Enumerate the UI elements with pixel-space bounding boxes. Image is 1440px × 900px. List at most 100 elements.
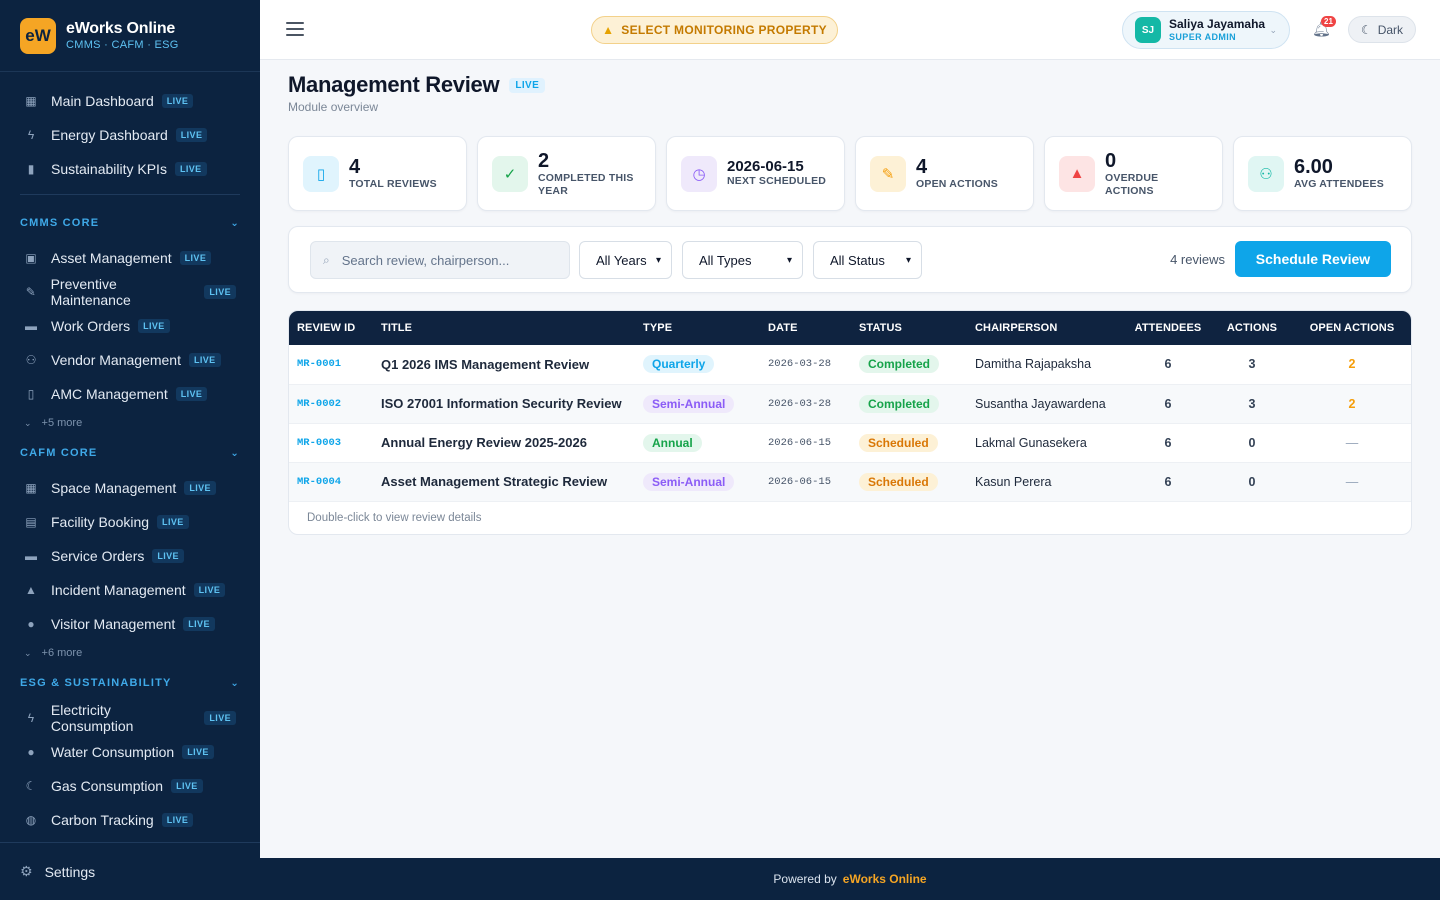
- drop-icon: ●: [27, 745, 35, 759]
- sidebar-item-incident-management[interactable]: ▲ Incident Management LIVE: [0, 573, 260, 607]
- column-header[interactable]: ACTIONS: [1213, 311, 1291, 345]
- actions-count: 0: [1248, 474, 1256, 489]
- main-content: Management Review LIVE Module overview ▯…: [288, 72, 1412, 535]
- sidebar-item-label: Vendor Management: [51, 352, 181, 368]
- sidebar-item-label: Preventive Maintenance: [50, 276, 131, 308]
- sidebar-item-asset-management[interactable]: ▣ Asset Management LIVE: [0, 241, 260, 275]
- filter-bar: ⌕ All Years ▾ All Types ▾ All Status ▾ 4…: [288, 226, 1412, 293]
- stat-value: 0: [1105, 149, 1117, 172]
- review-id[interactable]: MR-0003: [289, 423, 373, 462]
- column-header[interactable]: TITLE: [373, 311, 635, 345]
- select-value: All Years: [596, 252, 647, 268]
- sidebar-item-service-orders[interactable]: ▬ Service Orders LIVE: [0, 539, 260, 573]
- live-badge: LIVE: [161, 813, 194, 827]
- column-header[interactable]: ATTENDEES: [1123, 311, 1213, 345]
- review-id[interactable]: MR-0002: [289, 384, 373, 423]
- column-header[interactable]: TYPE: [635, 311, 760, 345]
- sidebar-item-electricity-consumption[interactable]: ϟ Electricity Consumption LIVE: [0, 701, 260, 735]
- live-badge: LIVE: [171, 779, 203, 793]
- review-id[interactable]: MR-0004: [289, 462, 373, 501]
- sidebar-item-visitor-management[interactable]: ● Visitor Management LIVE: [0, 607, 260, 641]
- sidebar-item-work-orders[interactable]: ▬ Work Orders LIVE: [0, 309, 260, 343]
- sidebar-item-label: Gas Consumption: [51, 778, 164, 794]
- open-actions-count: 2: [1348, 396, 1356, 411]
- section-toggle-esg[interactable]: ESG & SUSTAINABILITY ⌄: [0, 665, 260, 701]
- person-icon: ●: [27, 617, 35, 631]
- live-badge: LIVE: [182, 745, 214, 759]
- sidebar-item-vendor-management[interactable]: ⚇ Vendor Management LIVE: [0, 343, 260, 377]
- asset-icon: ▣: [25, 251, 37, 265]
- select-value: All Status: [830, 252, 885, 268]
- sidebar-item-sustainability-kpis[interactable]: ▮ Sustainability KPIs LIVE: [0, 152, 260, 186]
- schedule-review-button[interactable]: Schedule Review: [1235, 241, 1391, 277]
- footer-brand-link[interactable]: eWorks Online: [843, 872, 927, 886]
- stat-label: NEXT SCHEDULED: [727, 175, 827, 188]
- status-badge: Scheduled: [859, 433, 938, 452]
- status-filter-select[interactable]: All Status ▾: [813, 241, 922, 279]
- year-filter-select[interactable]: All Years ▾: [579, 241, 672, 279]
- search-box[interactable]: ⌕: [310, 241, 570, 279]
- chevron-down-icon: ⌄: [24, 417, 32, 428]
- attendees-count: 6: [1164, 396, 1172, 411]
- sidebar-item-gas-consumption[interactable]: ☾ Gas Consumption LIVE: [0, 769, 260, 803]
- stat-label: TOTAL REVIEWS: [349, 178, 437, 191]
- settings-link[interactable]: ⚙ Settings: [0, 842, 260, 900]
- sidebar-item-carbon-tracking[interactable]: ◍ Carbon Tracking LIVE: [0, 803, 260, 837]
- book-icon: ▮: [27, 162, 35, 176]
- section-toggle-cmms-core[interactable]: CMMS CORE ⌄: [0, 205, 260, 241]
- theme-label: Dark: [1377, 22, 1404, 37]
- chevron-down-icon: ⌄: [1269, 24, 1277, 35]
- stats-row: ▯ 4 TOTAL REVIEWS ✓ 2 COMPLETED THIS YEA…: [288, 136, 1412, 211]
- type-badge: Annual: [643, 433, 702, 452]
- sidebar-item-energy-dashboard[interactable]: ϟ Energy Dashboard LIVE: [0, 118, 260, 152]
- column-header[interactable]: CHAIRPERSON: [967, 311, 1123, 345]
- actions-count: 0: [1248, 435, 1256, 450]
- sidebar-item-label: Facility Booking: [51, 514, 150, 530]
- sidebar-item-space-management[interactable]: ▦ Space Management LIVE: [0, 471, 260, 505]
- select-monitoring-property-button[interactable]: ▲ SELECT MONITORING PROPERTY: [591, 16, 838, 44]
- sidebar-item-water-consumption[interactable]: ● Water Consumption LIVE: [0, 735, 260, 769]
- show-more-cafm[interactable]: ⌄ +6 more: [0, 641, 260, 665]
- type-filter-select[interactable]: All Types ▾: [682, 241, 803, 279]
- chairperson: Lakmal Gunasekera: [975, 435, 1087, 450]
- clock-icon: ◷: [681, 155, 717, 192]
- people-icon: ⚇: [1248, 155, 1284, 192]
- search-input[interactable]: [341, 252, 542, 268]
- attendees-count: 6: [1164, 435, 1172, 450]
- sidebar-item-label: Space Management: [51, 480, 177, 496]
- stat-value: 4: [349, 156, 361, 179]
- theme-toggle-button[interactable]: ☾ Dark: [1348, 16, 1416, 43]
- chevron-down-icon: ▾: [786, 254, 792, 266]
- brand[interactable]: eW eWorks Online CMMS · CAFM · ESG: [0, 0, 260, 72]
- stat-label: OVERDUE ACTIONS: [1105, 171, 1159, 197]
- table-row[interactable]: MR-0002 ISO 27001 Information Security R…: [289, 384, 1411, 423]
- table-header-row: REVIEW ID TITLE TYPE DATE STATUS CHAIRPE…: [289, 311, 1411, 345]
- column-header[interactable]: DATE: [760, 311, 851, 345]
- review-id[interactable]: MR-0001: [289, 345, 373, 384]
- table-row[interactable]: MR-0001 Q1 2026 IMS Management Review Qu…: [289, 345, 1411, 384]
- live-badge: LIVE: [204, 285, 236, 299]
- table-row[interactable]: MR-0004 Asset Management Strategic Revie…: [289, 462, 1411, 501]
- top-header: ▲ SELECT MONITORING PROPERTY SJ Saliya J…: [260, 0, 1440, 60]
- sidebar-item-preventive-maintenance[interactable]: ✎ Preventive Maintenance LIVE: [0, 275, 260, 309]
- document-icon: ▯: [303, 155, 339, 192]
- review-title: ISO 27001 Information Security Review: [381, 396, 622, 411]
- menu-toggle-icon[interactable]: [286, 22, 304, 36]
- ticket-icon: ▬: [25, 319, 37, 333]
- ticket-icon: ▬: [25, 549, 37, 563]
- user-menu[interactable]: SJ Saliya Jayamaha SUPER ADMIN ⌄: [1122, 11, 1290, 49]
- status-badge: Completed: [859, 355, 940, 374]
- section-toggle-cafm-core[interactable]: CAFM CORE ⌄: [0, 435, 260, 471]
- sidebar-item-amc-management[interactable]: ▯ AMC Management LIVE: [0, 377, 260, 411]
- chevron-down-icon: ⌄: [24, 647, 32, 658]
- column-header[interactable]: REVIEW ID: [289, 311, 373, 345]
- column-header[interactable]: STATUS: [851, 311, 967, 345]
- sidebar-item-facility-booking[interactable]: ▤ Facility Booking LIVE: [0, 505, 260, 539]
- sidebar-nav: ▦ Main Dashboard LIVE ϟ Energy Dashboard…: [0, 72, 260, 837]
- column-header[interactable]: OPEN ACTIONS: [1291, 311, 1411, 345]
- sidebar-item-main-dashboard[interactable]: ▦ Main Dashboard LIVE: [0, 84, 260, 118]
- more-label: +6 more: [41, 647, 83, 659]
- show-more-cmms[interactable]: ⌄ +5 more: [0, 411, 260, 435]
- calendar-icon: ▤: [25, 515, 37, 529]
- table-row[interactable]: MR-0003 Annual Energy Review 2025-2026 A…: [289, 423, 1411, 462]
